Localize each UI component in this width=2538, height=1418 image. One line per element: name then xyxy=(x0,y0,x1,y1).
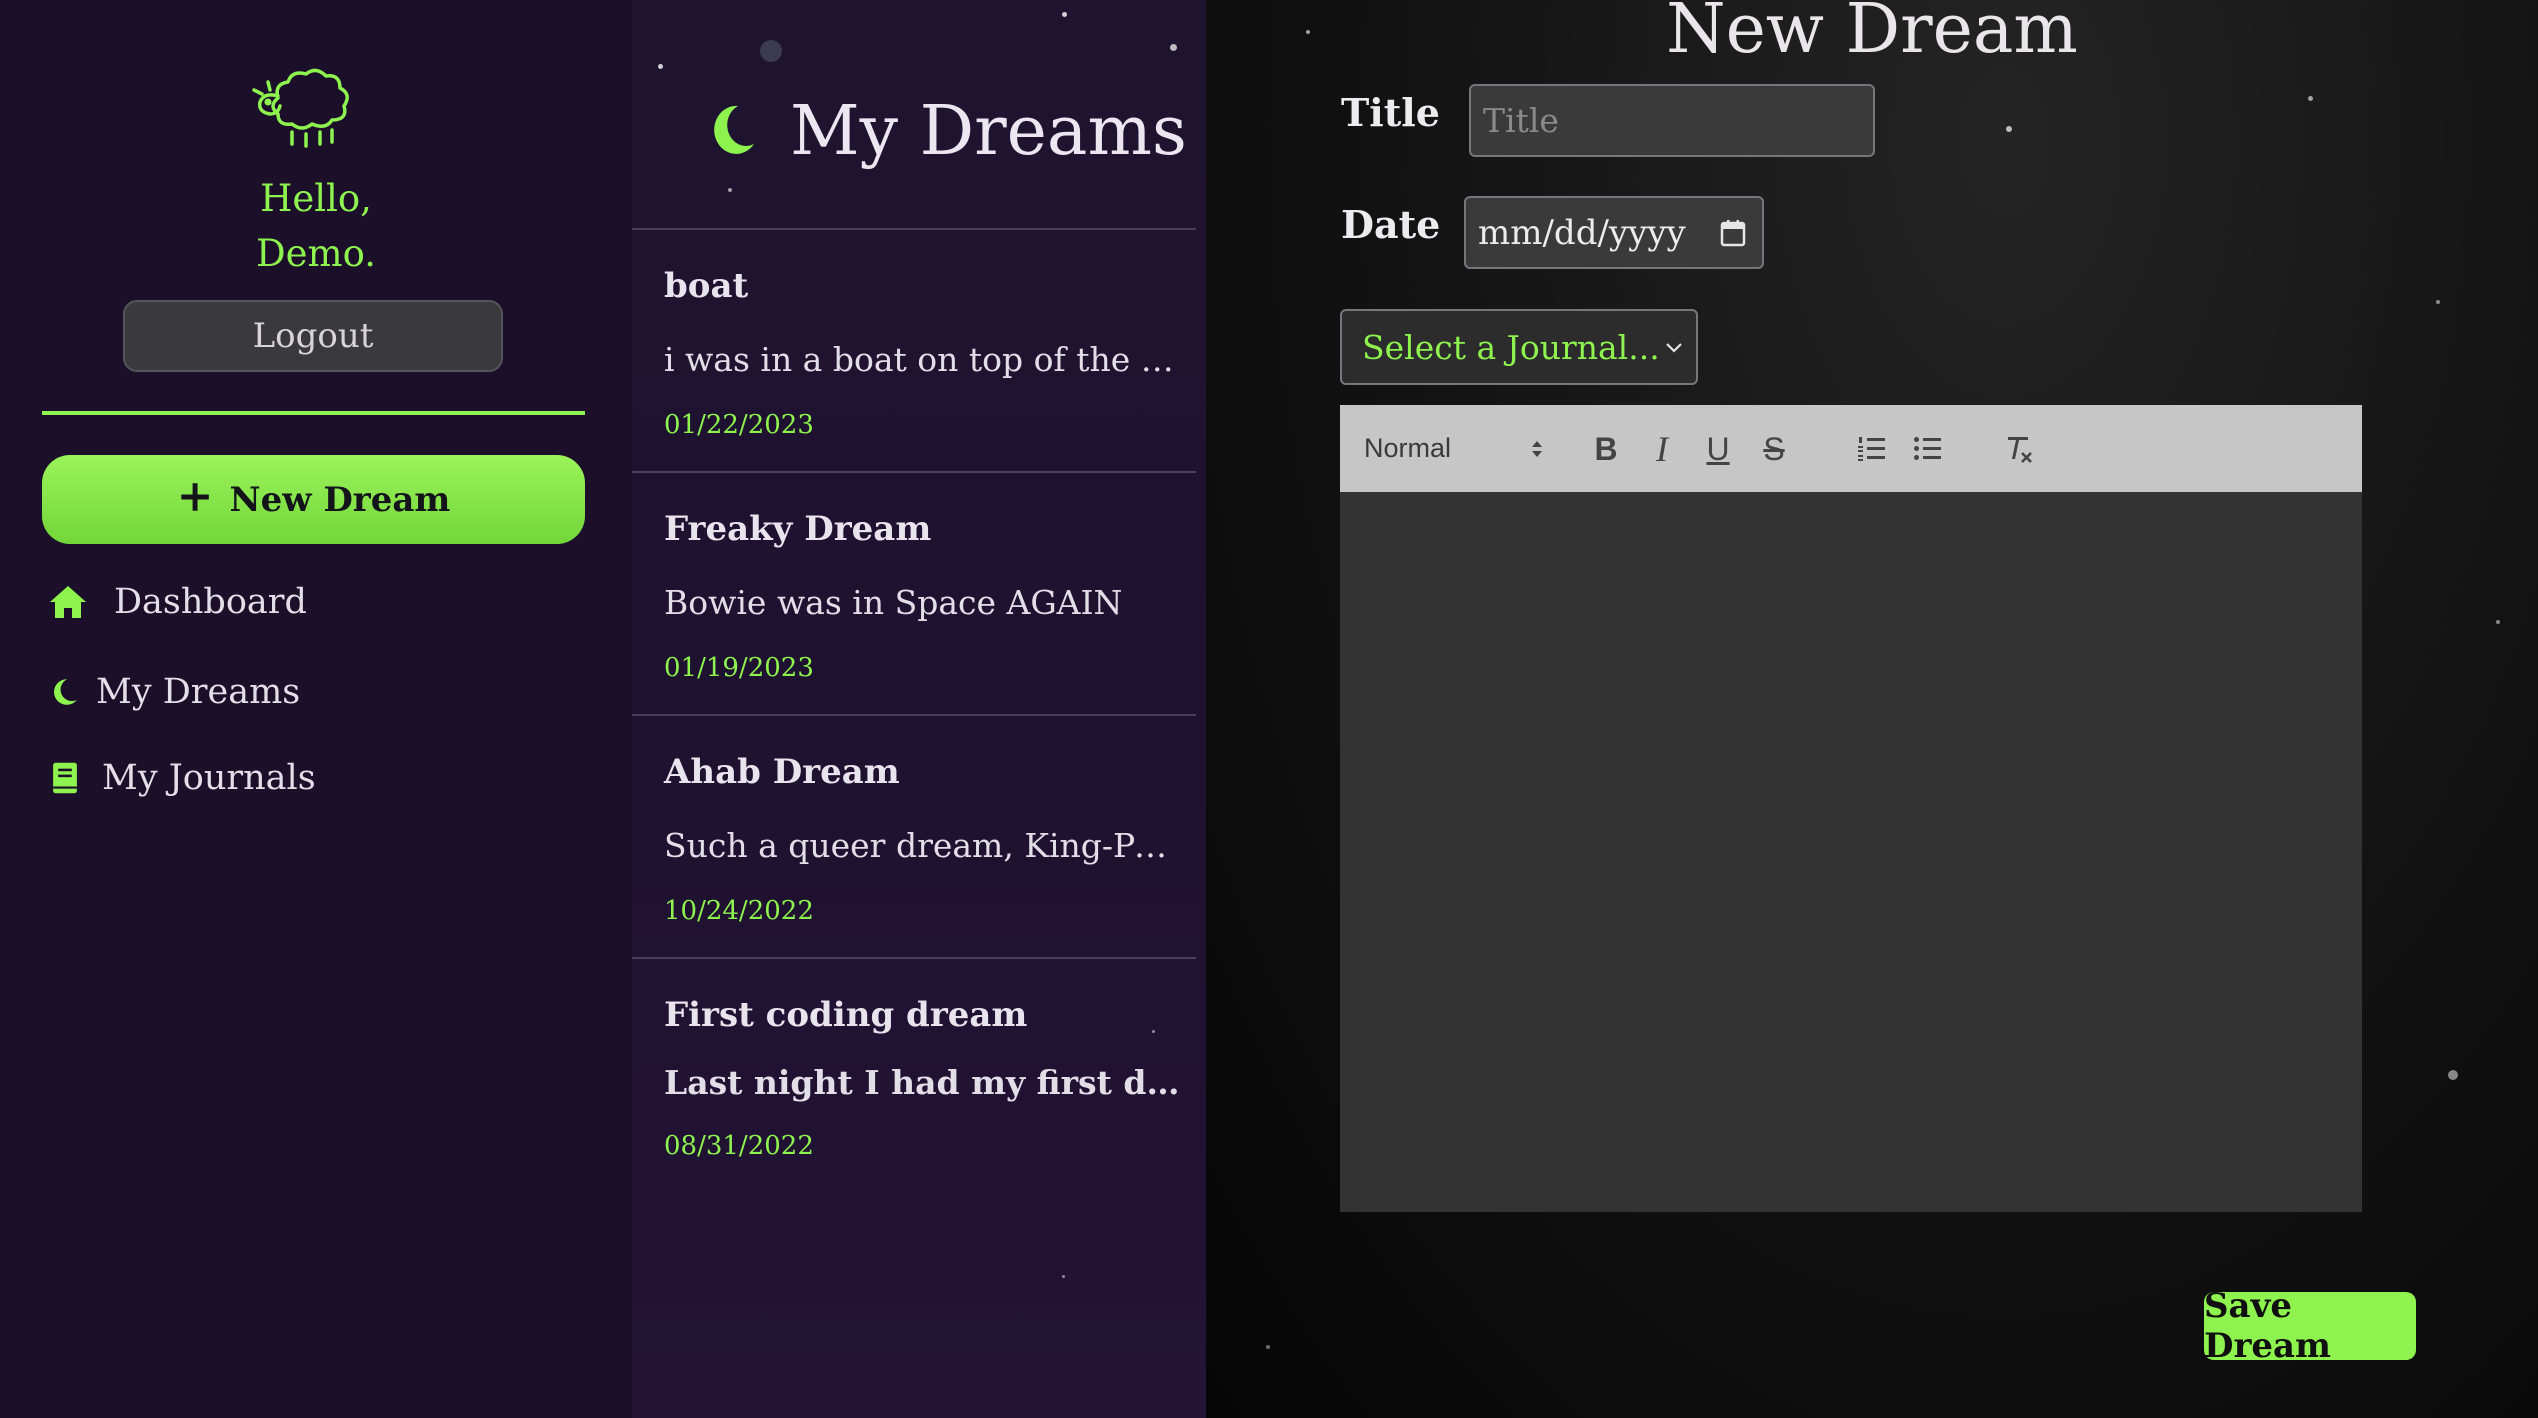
dream-date: 01/22/2023 xyxy=(664,410,814,440)
sort-arrows-icon xyxy=(1532,440,1542,457)
moon-icon xyxy=(714,105,754,154)
underline-icon[interactable]: U xyxy=(1696,427,1740,471)
list-title: My Dreams xyxy=(790,92,1187,171)
new-dream-button[interactable]: + New Dream xyxy=(42,455,585,544)
dream-date: 10/24/2022 xyxy=(664,896,814,926)
home-icon xyxy=(50,586,86,618)
dream-snippet: Such a queer dream, King-Post, ... xyxy=(664,826,1184,865)
dream-date: 01/19/2023 xyxy=(664,653,814,683)
bold-icon[interactable]: B xyxy=(1584,427,1628,471)
strikethrough-icon[interactable]: S xyxy=(1752,427,1796,471)
list-item[interactable]: Ahab Dream Such a queer dream, King-Post… xyxy=(632,716,1196,959)
nav-item-label: Dashboard xyxy=(114,582,307,622)
format-select-value: Normal xyxy=(1364,433,1452,463)
dream-date: 08/31/2022 xyxy=(664,1131,814,1161)
journal-book-icon xyxy=(53,762,77,794)
new-dream-form-panel: New Dream Title Date mm/dd/yyyy Select a… xyxy=(1206,0,2538,1418)
sheep-logo-icon xyxy=(252,68,349,148)
plus-icon: + xyxy=(176,470,214,522)
greeting-hello: Hello, xyxy=(260,177,372,220)
logout-button[interactable]: Logout xyxy=(123,300,503,372)
format-select[interactable]: Normal xyxy=(1364,405,1544,492)
journal-select[interactable]: Select a Journal... xyxy=(1340,309,1698,385)
nav-item-my-journals[interactable]: My Journals xyxy=(48,758,316,798)
star xyxy=(2496,620,2500,624)
title-input[interactable] xyxy=(1469,84,1875,157)
ordered-list-icon[interactable] xyxy=(1850,427,1894,471)
editor-toolbar: Normal B I U S xyxy=(1340,405,2362,492)
dream-title: Ahab Dream xyxy=(664,752,900,792)
list-item[interactable]: Freaky Dream Bowie was in Space AGAIN 01… xyxy=(632,473,1196,716)
dream-snippet: Last night I had my first drea... xyxy=(664,1063,1184,1102)
nav-item-dashboard[interactable]: Dashboard xyxy=(48,582,307,622)
nav-item-my-dreams[interactable]: My Dreams xyxy=(48,672,300,712)
star xyxy=(2436,300,2440,304)
dream-list-panel: My Dreams boat i was in a boat on top of… xyxy=(632,0,1206,1418)
list-header: My Dreams xyxy=(632,0,1196,230)
title-label: Title xyxy=(1341,90,1440,135)
date-placeholder: mm/dd/yyyy xyxy=(1478,212,1686,253)
dream-snippet: Bowie was in Space AGAIN xyxy=(664,583,1123,622)
nav-item-label: My Dreams xyxy=(96,672,301,712)
star xyxy=(1266,1345,1270,1349)
dream-title: First coding dream xyxy=(664,995,1028,1035)
page-title: New Dream xyxy=(1666,0,2078,69)
save-dream-button[interactable]: Save Dream xyxy=(2204,1286,2416,1366)
star xyxy=(1062,1275,1065,1278)
dream-title: boat xyxy=(664,266,749,306)
moon-icon xyxy=(54,679,77,705)
star xyxy=(2006,126,2012,132)
new-dream-label: New Dream xyxy=(229,479,451,520)
sidebar: Hello, Demo. Logout + New Dream Dashboar… xyxy=(0,0,632,1418)
calendar-icon[interactable] xyxy=(1720,219,1746,247)
bullet-list-icon[interactable] xyxy=(1906,427,1950,471)
star xyxy=(2308,96,2313,101)
chevron-down-icon xyxy=(1666,343,1682,353)
list-item[interactable]: boat i was in a boat on top of the gian.… xyxy=(632,230,1196,473)
greeting-username: Demo. xyxy=(255,232,377,275)
dream-snippet: i was in a boat on top of the gian... xyxy=(664,340,1184,379)
dream-editor[interactable] xyxy=(1340,492,2362,1212)
italic-icon[interactable]: I xyxy=(1640,427,1684,471)
star xyxy=(2448,1070,2458,1080)
sidebar-divider xyxy=(42,411,585,415)
journal-select-value: Select a Journal... xyxy=(1362,327,1660,367)
date-label: Date xyxy=(1341,202,1441,247)
clear-format-icon[interactable] xyxy=(1996,427,2040,471)
list-item[interactable]: First coding dream Last night I had my f… xyxy=(632,959,1196,1202)
date-input[interactable]: mm/dd/yyyy xyxy=(1464,196,1764,269)
nav-item-label: My Journals xyxy=(102,758,316,798)
dream-title: Freaky Dream xyxy=(664,509,932,549)
